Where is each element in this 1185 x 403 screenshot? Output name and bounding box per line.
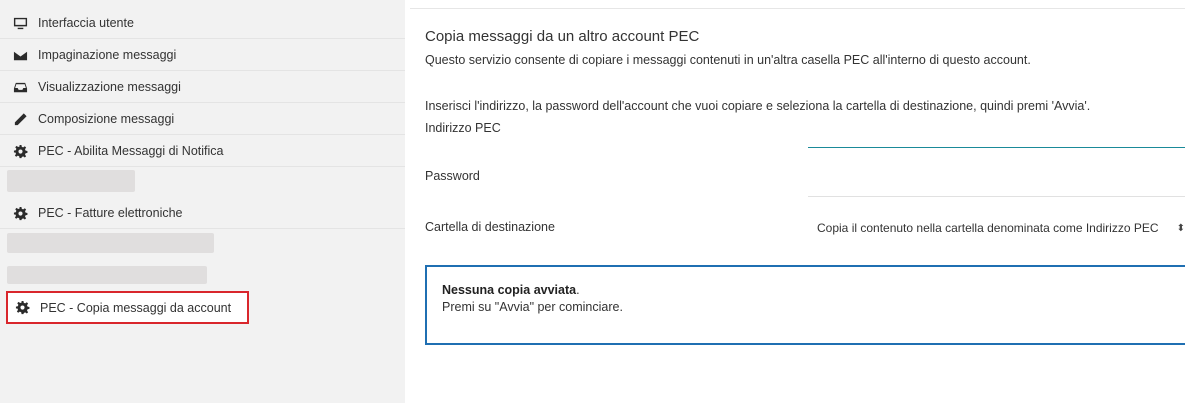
gear-icon (12, 143, 28, 159)
destination-label: Cartella di destinazione (425, 220, 555, 234)
password-input[interactable] (808, 196, 1185, 197)
envelope-icon (12, 47, 28, 63)
sidebar-item-interfaccia-utente[interactable]: Interfaccia utente (0, 8, 405, 39)
instructions-text: Inserisci l'indirizzo, la password dell'… (425, 99, 1091, 113)
gear-icon (14, 300, 30, 316)
description-text: Questo servizio consente di copiare i me… (425, 53, 1031, 67)
status-hint: Premi su "Avvia" per cominciare. (442, 300, 623, 314)
address-input[interactable] (808, 147, 1185, 148)
status-box: Nessuna copia avviata. Premi su "Avvia" … (425, 265, 1185, 345)
address-label: Indirizzo PEC (425, 121, 501, 135)
loading-placeholder (7, 233, 214, 253)
sidebar-item-pec-copia-messaggi[interactable]: PEC - Copia messaggi da account (6, 291, 249, 324)
destination-folder-select[interactable]: Copia il contenuto nella cartella denomi… (817, 220, 1185, 236)
sidebar-item-pec-abilita-notifica[interactable]: PEC - Abilita Messaggi di Notifica (0, 136, 405, 167)
page-title: Copia messaggi da un altro account PEC (425, 28, 700, 45)
inbox-icon (12, 79, 28, 95)
monitor-icon (12, 15, 28, 31)
loading-placeholder (7, 170, 135, 192)
loading-placeholder (7, 266, 207, 284)
settings-sidebar: Interfaccia utente Impaginazione messagg… (0, 0, 405, 403)
sidebar-item-label: Impaginazione messaggi (38, 48, 177, 62)
sidebar-item-label: Interfaccia utente (38, 16, 134, 30)
password-label: Password (425, 169, 480, 183)
sidebar-item-label: PEC - Abilita Messaggi di Notifica (38, 144, 224, 158)
gear-icon (12, 205, 28, 221)
status-title: Nessuna copia avviata (442, 283, 577, 297)
main-panel: Copia messaggi da un altro account PEC Q… (425, 0, 1185, 403)
destination-select-value: Copia il contenuto nella cartella denomi… (817, 221, 1159, 235)
sidebar-item-label: Visualizzazione messaggi (38, 80, 181, 94)
pencil-icon (12, 111, 28, 127)
sidebar-item-composizione-messaggi[interactable]: Composizione messaggi (0, 104, 405, 135)
sidebar-item-label: Composizione messaggi (38, 112, 175, 126)
sidebar-item-impaginazione-messaggi[interactable]: Impaginazione messaggi (0, 40, 405, 71)
sidebar-item-label: PEC - Copia messaggi da account (40, 300, 232, 315)
status-title-period: . (576, 283, 580, 297)
sidebar-item-label: PEC - Fatture elettroniche (38, 206, 183, 220)
select-arrows-icon: ⬍ (1176, 222, 1185, 234)
sidebar-item-pec-fatture-elettroniche[interactable]: PEC - Fatture elettroniche (0, 198, 405, 229)
sidebar-item-visualizzazione-messaggi[interactable]: Visualizzazione messaggi (0, 72, 405, 103)
